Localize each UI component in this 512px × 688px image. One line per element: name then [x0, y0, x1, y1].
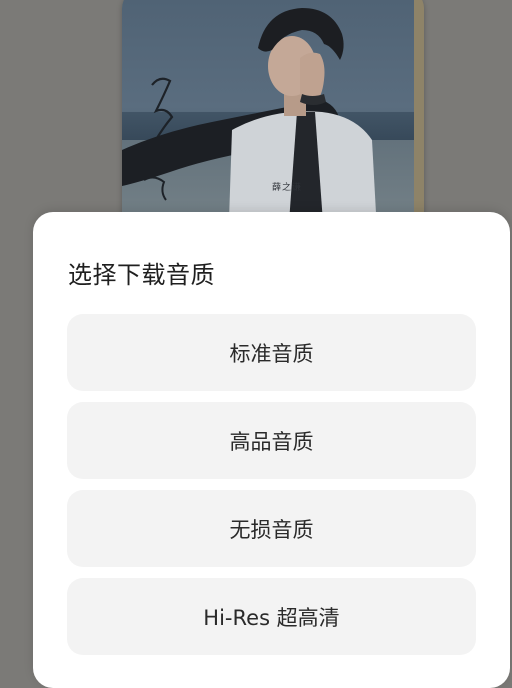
quality-option-lossless[interactable]: 无损音质	[67, 490, 476, 567]
download-quality-dialog: 选择下载音质 标准音质 高品音质 无损音质 Hi-Res 超高清	[33, 212, 510, 688]
quality-option-standard[interactable]: 标准音质	[67, 314, 476, 391]
quality-option-label: Hi-Res 超高清	[203, 605, 340, 630]
dialog-title: 选择下载音质	[68, 261, 215, 289]
quality-option-high[interactable]: 高品音质	[67, 402, 476, 479]
quality-option-label: 高品音质	[229, 429, 314, 454]
quality-option-hi-res[interactable]: Hi-Res 超高清	[67, 578, 476, 655]
album-signature: 薛之谦	[272, 183, 303, 193]
quality-option-label: 标准音质	[229, 341, 314, 366]
quality-option-label: 无损音质	[229, 517, 314, 542]
